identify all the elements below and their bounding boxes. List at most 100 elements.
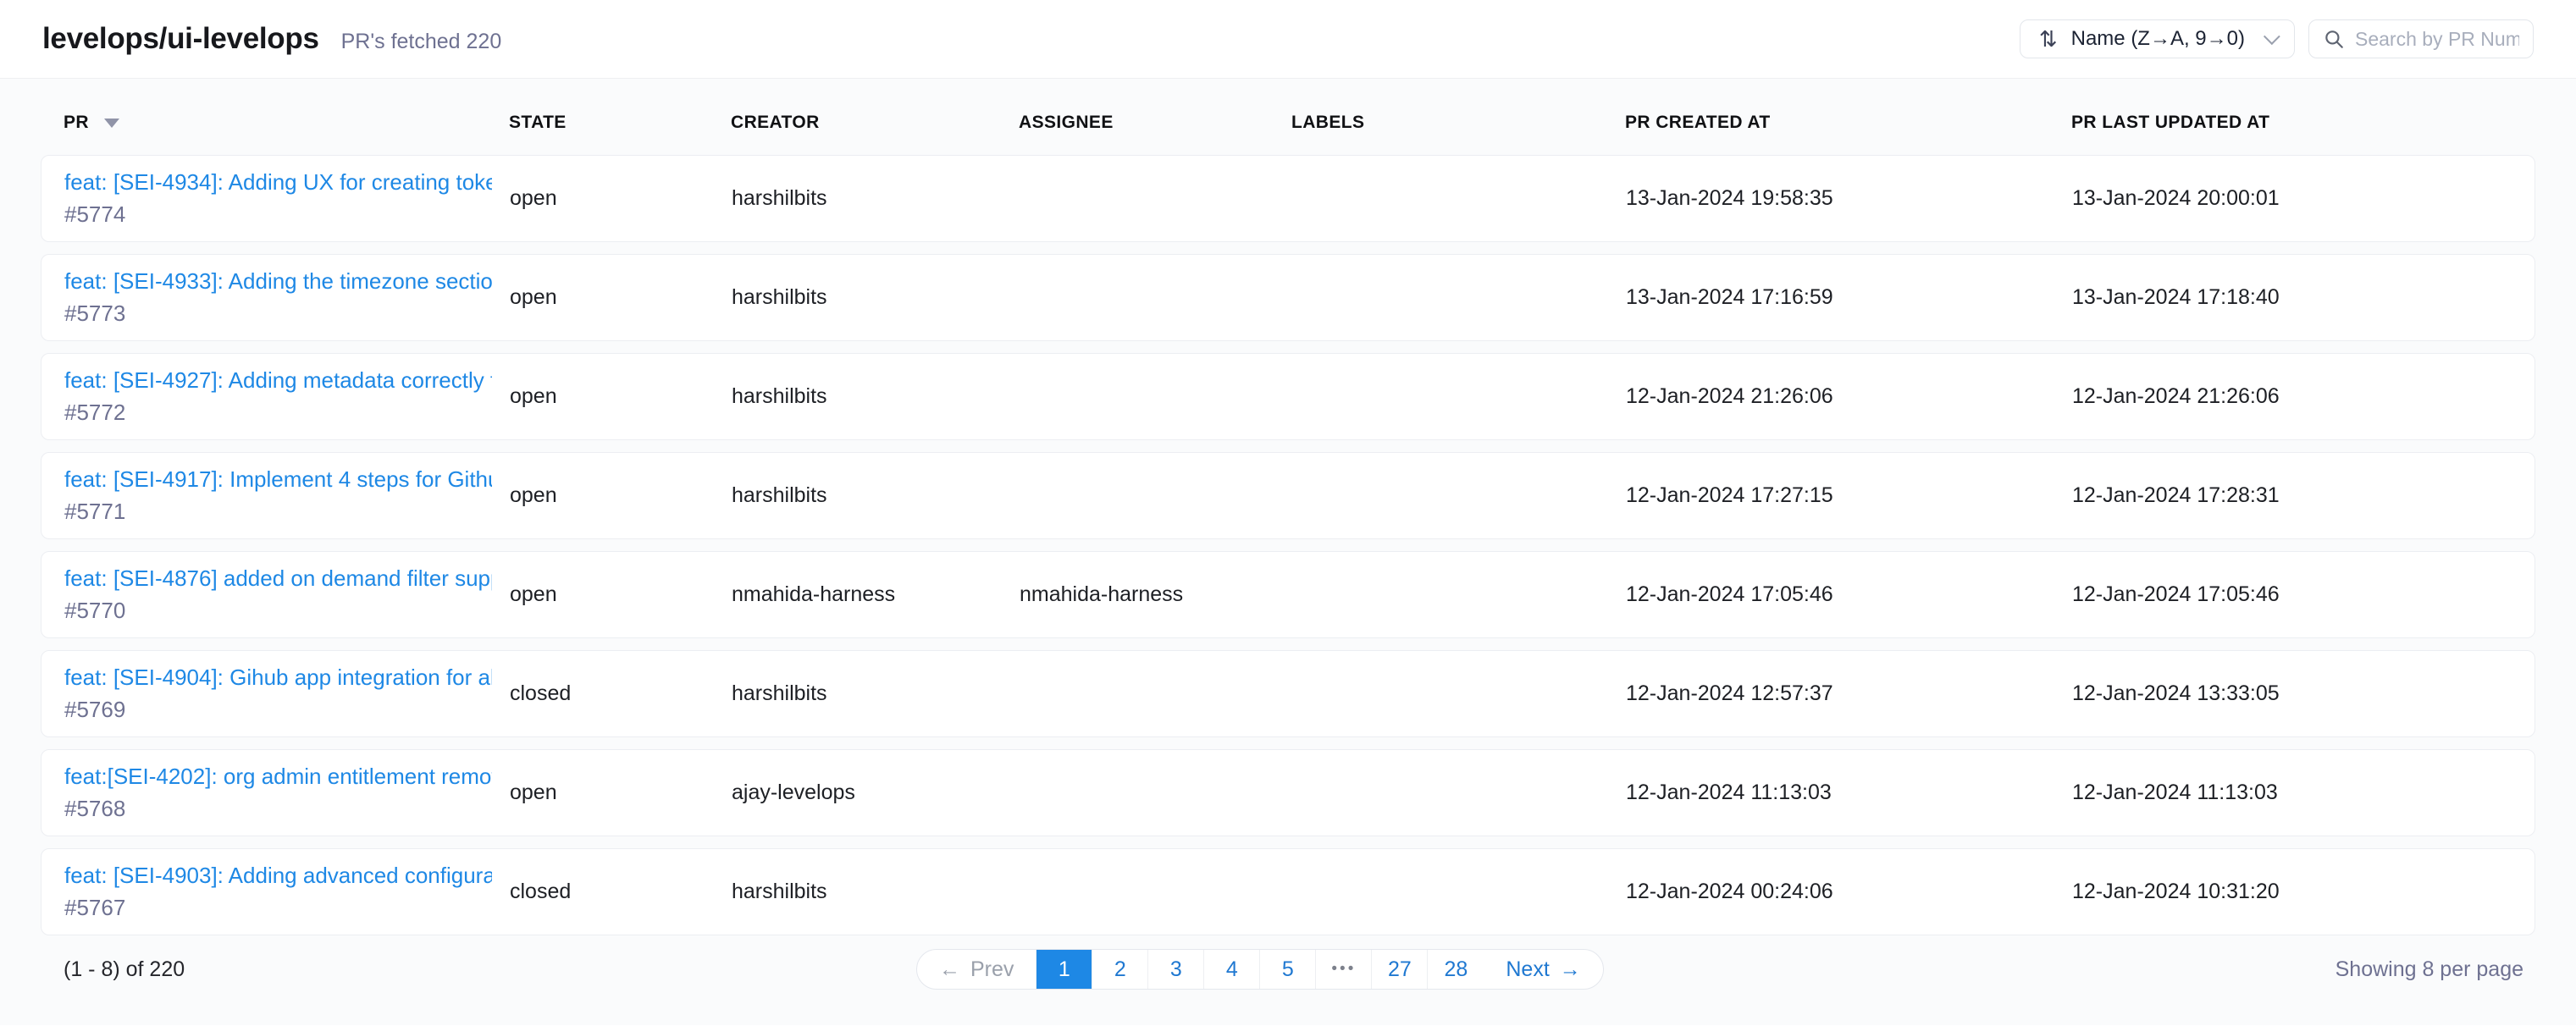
pr-title-link[interactable]: feat: [SEI-4904]: Gihub app integration …: [64, 665, 492, 691]
state-cell: open: [510, 186, 732, 211]
pr-title-link[interactable]: feat: [SEI-4917]: Implement 4 steps for …: [64, 466, 492, 493]
pr-title-link[interactable]: feat: [SEI-4934]: Adding UX for creating…: [64, 169, 492, 196]
pr-title-link[interactable]: feat: [SEI-4933]: Adding the timezone se…: [64, 268, 492, 295]
page-title: levelops/ui-levelops: [42, 22, 319, 56]
updated-at-cell: 13-Jan-2024 20:00:01: [2072, 186, 2535, 211]
state-cell: closed: [510, 681, 732, 706]
created-at-cell: 13-Jan-2024 17:16:59: [1626, 285, 2072, 310]
state-cell: open: [510, 781, 732, 805]
created-at-cell: 12-Jan-2024 21:26:06: [1626, 384, 2072, 409]
pr-title-link[interactable]: feat:[SEI-4202]: org admin entitlement r…: [64, 764, 492, 790]
pr-cell: feat: [SEI-4927]: Adding metadata correc…: [64, 367, 510, 426]
search-input[interactable]: [2355, 28, 2519, 51]
creator-cell: harshilbits: [732, 880, 1020, 904]
header-controls: ⇅ Name (Z→A, 9→0): [2020, 19, 2534, 58]
pr-number: #5769: [64, 697, 510, 723]
column-header-pr[interactable]: PR: [64, 113, 509, 133]
pagination: ← Prev 12345•••2728 Next →: [916, 949, 1604, 990]
state-cell: closed: [510, 880, 732, 904]
per-page-indicator: Showing 8 per page: [2336, 957, 2523, 982]
state-cell: open: [510, 483, 732, 508]
search-box[interactable]: [2308, 19, 2534, 58]
search-icon: [2323, 28, 2345, 50]
pr-number: #5772: [64, 400, 510, 426]
pr-cell: feat: [SEI-4933]: Adding the timezone se…: [64, 268, 510, 327]
page-button[interactable]: 4: [1204, 950, 1260, 989]
creator-cell: harshilbits: [732, 285, 1020, 310]
pr-cell: feat:[SEI-4202]: org admin entitlement r…: [64, 764, 510, 822]
pr-cell: feat: [SEI-4934]: Adding UX for creating…: [64, 169, 510, 228]
pr-number: #5768: [64, 796, 510, 822]
table-row: feat: [SEI-4927]: Adding metadata correc…: [41, 353, 2535, 440]
table-header-row: PR STATE CREATOR ASSIGNEE LABELS PR CREA…: [41, 79, 2535, 155]
arrow-right-icon: →: [1560, 959, 1581, 980]
column-header-created-at: PR CREATED AT: [1625, 113, 2071, 133]
chevron-down-icon: [2264, 28, 2280, 45]
table-row: feat: [SEI-4904]: Gihub app integration …: [41, 650, 2535, 737]
pagination-ellipsis[interactable]: •••: [1316, 950, 1372, 989]
pr-cell: feat: [SEI-4903]: Adding advanced config…: [64, 863, 510, 921]
column-header-creator: CREATOR: [731, 113, 1019, 133]
created-at-cell: 12-Jan-2024 11:13:03: [1626, 781, 2072, 805]
creator-cell: ajay-levelops: [732, 781, 1020, 805]
creator-cell: harshilbits: [732, 384, 1020, 409]
caret-down-icon: [104, 119, 119, 128]
state-cell: open: [510, 384, 732, 409]
pr-number: #5771: [64, 499, 510, 525]
sort-selected-label: Name (Z→A, 9→0): [2071, 27, 2245, 51]
updated-at-cell: 13-Jan-2024 17:18:40: [2072, 285, 2535, 310]
table-row: feat: [SEI-4917]: Implement 4 steps for …: [41, 452, 2535, 539]
arrow-left-icon: ←: [939, 959, 960, 980]
updated-at-cell: 12-Jan-2024 11:13:03: [2072, 781, 2535, 805]
page-button[interactable]: 5: [1260, 950, 1316, 989]
column-header-state: STATE: [509, 113, 731, 133]
table-row: feat:[SEI-4202]: org admin entitlement r…: [41, 749, 2535, 836]
page-button[interactable]: 2: [1092, 950, 1148, 989]
column-header-updated-at: PR LAST UPDATED AT: [2071, 113, 2535, 133]
top-bar: levelops/ui-levelops PR's fetched 220 ⇅ …: [0, 0, 2576, 78]
pr-table-zone: PR STATE CREATOR ASSIGNEE LABELS PR CREA…: [0, 78, 2576, 1025]
column-header-labels: LABELS: [1291, 113, 1625, 133]
table-body: feat: [SEI-4934]: Adding UX for creating…: [41, 155, 2535, 935]
table-row: feat: [SEI-4933]: Adding the timezone se…: [41, 254, 2535, 341]
prev-page-button[interactable]: ← Prev: [917, 950, 1036, 989]
page-button[interactable]: 27: [1372, 950, 1428, 989]
creator-cell: harshilbits: [732, 681, 1020, 706]
pr-number: #5774: [64, 201, 510, 228]
footer-bar: (1 - 8) of 220 ← Prev 12345•••2728 Next …: [41, 949, 2535, 990]
sort-dropdown[interactable]: ⇅ Name (Z→A, 9→0): [2020, 19, 2295, 58]
pr-fetched-count: PR's fetched 220: [341, 30, 502, 54]
pr-cell: feat: [SEI-4904]: Gihub app integration …: [64, 665, 510, 723]
title-group: levelops/ui-levelops PR's fetched 220: [42, 22, 501, 56]
pr-title-link[interactable]: feat: [SEI-4876] added on demand filter …: [64, 565, 492, 592]
table-row: feat: [SEI-4876] added on demand filter …: [41, 551, 2535, 638]
updown-arrows-icon: ⇅: [2039, 28, 2058, 50]
pr-cell: feat: [SEI-4917]: Implement 4 steps for …: [64, 466, 510, 525]
next-page-button[interactable]: Next →: [1484, 950, 1602, 989]
created-at-cell: 13-Jan-2024 19:58:35: [1626, 186, 2072, 211]
page-button[interactable]: 28: [1428, 950, 1484, 989]
updated-at-cell: 12-Jan-2024 17:05:46: [2072, 582, 2535, 607]
pr-title-link[interactable]: feat: [SEI-4903]: Adding advanced config…: [64, 863, 492, 889]
pr-title-link[interactable]: feat: [SEI-4927]: Adding metadata correc…: [64, 367, 492, 394]
table-row: feat: [SEI-4934]: Adding UX for creating…: [41, 155, 2535, 242]
state-cell: open: [510, 582, 732, 607]
column-header-assignee: ASSIGNEE: [1019, 113, 1291, 133]
result-range: (1 - 8) of 220: [64, 957, 185, 982]
table-row: feat: [SEI-4903]: Adding advanced config…: [41, 848, 2535, 935]
updated-at-cell: 12-Jan-2024 13:33:05: [2072, 681, 2535, 706]
pr-number: #5767: [64, 895, 510, 921]
page-button[interactable]: 3: [1148, 950, 1204, 989]
creator-cell: harshilbits: [732, 186, 1020, 211]
pr-number: #5770: [64, 598, 510, 624]
created-at-cell: 12-Jan-2024 12:57:37: [1626, 681, 2072, 706]
updated-at-cell: 12-Jan-2024 21:26:06: [2072, 384, 2535, 409]
page-button[interactable]: 1: [1036, 950, 1092, 989]
created-at-cell: 12-Jan-2024 17:05:46: [1626, 582, 2072, 607]
pr-cell: feat: [SEI-4876] added on demand filter …: [64, 565, 510, 624]
created-at-cell: 12-Jan-2024 00:24:06: [1626, 880, 2072, 904]
updated-at-cell: 12-Jan-2024 10:31:20: [2072, 880, 2535, 904]
state-cell: open: [510, 285, 732, 310]
pr-number: #5773: [64, 301, 510, 327]
creator-cell: harshilbits: [732, 483, 1020, 508]
